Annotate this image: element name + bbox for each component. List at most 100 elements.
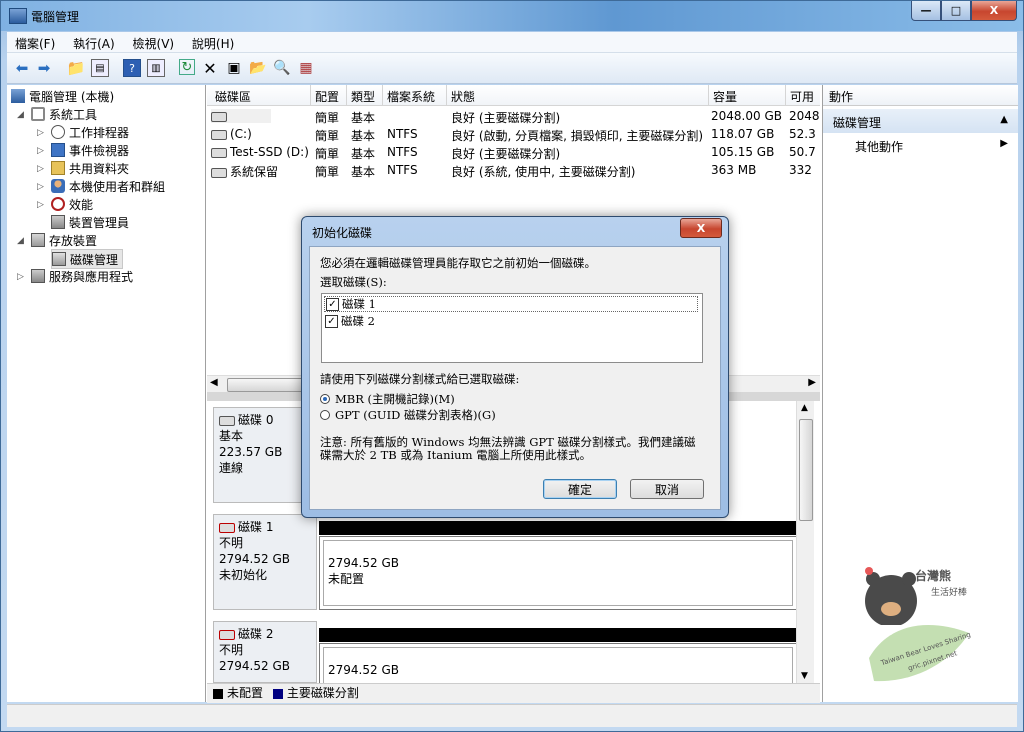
tree-disk-management-label: 磁碟管理	[70, 252, 119, 267]
scroll-thumb[interactable]	[227, 378, 309, 392]
scroll-right-arrow-icon[interactable]: ▶	[808, 377, 816, 388]
close-button[interactable]: X	[971, 1, 1017, 21]
disk-1-info[interactable]: 磁碟 1 不明 2794.52 GB 未初始化	[213, 514, 317, 610]
collapse-arrow-icon[interactable]: ◢	[17, 110, 24, 120]
expand-arrow-icon[interactable]: ▷	[37, 182, 44, 192]
unallocated-swatch	[213, 688, 223, 699]
col-capacity[interactable]: 容量	[709, 88, 737, 105]
tree-storage[interactable]: 存放裝置	[31, 231, 97, 249]
tree-shared-folders[interactable]: 共用資料夾	[51, 159, 129, 177]
up-folder-icon[interactable]: 📁	[67, 59, 86, 77]
actions-section-disk-management[interactable]: 磁碟管理 ▲	[823, 109, 1018, 133]
maximize-button[interactable]: □	[941, 1, 971, 21]
disk-settings-icon[interactable]: ▦	[297, 59, 315, 77]
expand-arrow-icon[interactable]: ▷	[37, 200, 44, 210]
scroll-thumb[interactable]	[799, 419, 813, 521]
list-item[interactable]: ✓ 磁碟 2	[324, 313, 375, 329]
back-arrow-icon[interactable]: ⬅	[13, 59, 31, 77]
list-item[interactable]: ✓ 磁碟 1	[324, 296, 698, 312]
show-hide-action-pane-icon[interactable]: ▥	[147, 59, 165, 77]
disk-warning-icon	[219, 522, 235, 533]
volume-fs: NTFS	[387, 145, 418, 159]
show-hide-tree-icon[interactable]: ▤	[91, 59, 109, 77]
scroll-left-arrow-icon[interactable]: ◀	[210, 377, 218, 388]
cancel-button[interactable]: 取消	[630, 479, 704, 499]
tree-root[interactable]: 電腦管理 (本機)	[11, 87, 114, 105]
tree-disk-management[interactable]: 磁碟管理	[51, 249, 124, 269]
disk-2-info[interactable]: 磁碟 2 不明 2794.52 GB	[213, 621, 317, 683]
refresh-icon[interactable]: ↻	[179, 59, 195, 75]
collapse-up-icon[interactable]: ▲	[1000, 114, 1008, 125]
primary-swatch	[272, 688, 283, 699]
menu-help[interactable]: 說明(H)	[184, 32, 240, 52]
expand-arrow-icon[interactable]: ▷	[37, 146, 44, 156]
forward-arrow-icon[interactable]: ➡	[35, 59, 53, 77]
disk-size: 2794.52 GB	[219, 552, 290, 566]
menu-view[interactable]: 檢視(V)	[125, 32, 181, 52]
volume-status: 良好 (主要磁碟分割)	[451, 111, 561, 125]
expand-arrow-icon[interactable]: ▷	[37, 164, 44, 174]
disk-2-partition[interactable]: 2794.52 GB	[319, 643, 797, 683]
volume-name-text: 系統保留	[230, 165, 279, 179]
collapse-arrow-icon[interactable]: ◢	[17, 236, 24, 246]
table-row[interactable]: (C:) 簡單 基本 NTFS 良好 (啟動, 分頁檔案, 損毀傾印, 主要磁碟…	[207, 125, 820, 143]
tree-local-users[interactable]: 本機使用者和群組	[51, 177, 165, 195]
col-volume[interactable]: 磁碟區	[211, 88, 251, 105]
menu-action[interactable]: 執行(A)	[65, 32, 121, 52]
computer-management-window: 電腦管理 — □ X 檔案(F) 執行(A) 檢視(V) 說明(H) ⬅ ➡ 📁…	[0, 0, 1024, 732]
tree-services-apps[interactable]: 服務與應用程式	[31, 267, 133, 285]
col-status[interactable]: 狀態	[447, 88, 475, 105]
open-folder-icon[interactable]: 📂	[249, 59, 267, 77]
volume-layout: 簡單	[315, 147, 340, 161]
properties-icon[interactable]: ▣	[225, 59, 243, 77]
tree-system-tools[interactable]: 系統工具	[31, 105, 97, 123]
volume-free: 50.7	[789, 145, 816, 159]
clock-icon	[51, 125, 65, 139]
tree-task-scheduler[interactable]: 工作排程器	[51, 123, 129, 141]
watermark-text: 生活好棒	[931, 588, 968, 598]
disk-size: 223.57 GB	[219, 445, 283, 459]
gpt-label: GPT (GUID 磁碟分割表格)(G)	[335, 408, 496, 422]
mbr-option[interactable]: MBR (主開機記錄)(M)	[320, 391, 455, 407]
minimize-button[interactable]: —	[911, 1, 941, 21]
dialog-close-button[interactable]: X	[680, 218, 722, 238]
dialog-intro: 您必須在邏輯磁碟管理員能存取它之前初始一個磁碟。	[320, 256, 596, 270]
gpt-radio[interactable]	[320, 410, 330, 420]
disk-1-checkbox[interactable]: ✓	[326, 297, 339, 311]
disk-1-partition[interactable]: 2794.52 GB 未配置	[319, 536, 797, 610]
scroll-up-arrow-icon[interactable]: ▲	[801, 403, 808, 413]
search-icon[interactable]: 🔍	[273, 59, 291, 77]
actions-more[interactable]: 其他動作 ▶	[823, 134, 1018, 156]
ok-button[interactable]: 確定	[543, 479, 617, 499]
col-type[interactable]: 類型	[347, 88, 375, 105]
table-row[interactable]: 系統保留 簡單 基本 NTFS 良好 (系統, 使用中, 主要磁碟分割) 363…	[207, 161, 820, 179]
scroll-down-arrow-icon[interactable]: ▼	[801, 671, 808, 681]
partition-inner: 2794.52 GB	[323, 647, 793, 683]
tree-performance[interactable]: 效能	[51, 195, 93, 213]
expand-arrow-icon[interactable]: ▷	[37, 128, 44, 138]
menu-file[interactable]: 檔案(F)	[7, 32, 61, 52]
help-icon[interactable]: ?	[123, 59, 141, 77]
volume-name-text: (C:)	[230, 127, 252, 141]
table-row[interactable]: 簡單 基本 良好 (主要磁碟分割) 2048.00 GB 2048	[207, 107, 820, 125]
title-bar[interactable]: 電腦管理 — □ X	[1, 1, 1023, 31]
tree-event-viewer[interactable]: 事件檢視器	[51, 141, 129, 159]
delete-icon[interactable]: ✕	[201, 59, 219, 78]
disk-select-list[interactable]: ✓ 磁碟 1 ✓ 磁碟 2	[321, 293, 703, 363]
partition-style-label: 請使用下列磁碟分割樣式給已選取磁碟:	[320, 372, 520, 386]
tree-local-users-label: 本機使用者和群組	[69, 179, 166, 194]
gpt-option[interactable]: GPT (GUID 磁碟分割表格)(G)	[320, 407, 496, 423]
col-free[interactable]: 可用	[786, 88, 814, 105]
computer-management-icon	[9, 8, 27, 24]
mbr-radio[interactable]	[320, 394, 330, 404]
tree-device-manager-label: 裝置管理員	[69, 215, 130, 230]
volume-layout: 簡單	[315, 129, 340, 143]
actions-more-label: 其他動作	[855, 140, 904, 154]
col-filesystem[interactable]: 檔案系統	[383, 88, 435, 105]
col-layout[interactable]: 配置	[311, 88, 339, 105]
table-row[interactable]: Test-SSD (D:) 簡單 基本 NTFS 良好 (主要磁碟分割) 105…	[207, 143, 820, 161]
expand-arrow-icon[interactable]: ▷	[17, 272, 24, 282]
disk-2-checkbox[interactable]: ✓	[325, 314, 338, 328]
tree-device-manager[interactable]: 裝置管理員	[51, 213, 129, 231]
vertical-scrollbar[interactable]: ▲ ▼	[796, 401, 814, 683]
